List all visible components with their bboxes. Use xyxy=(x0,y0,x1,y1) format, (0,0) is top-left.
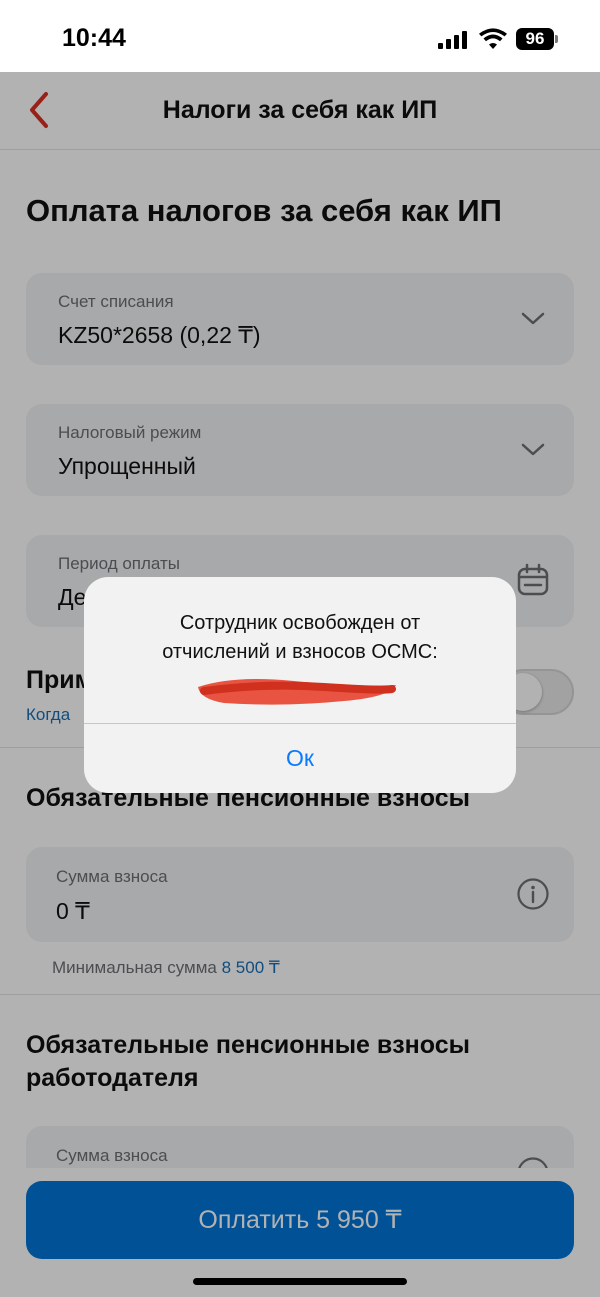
wifi-icon xyxy=(479,28,507,49)
redaction-scribble xyxy=(198,679,396,705)
status-time: 10:44 xyxy=(62,24,126,52)
status-bar: 10:44 96 xyxy=(0,0,600,72)
alert-line-1: Сотрудник освобожден от xyxy=(179,612,421,634)
battery-indicator: 96 xyxy=(516,28,554,50)
cellular-signal-icon xyxy=(438,31,468,49)
alert-dialog: Сотрудник освобожден от отчислений и взн… xyxy=(84,577,516,793)
battery-nub xyxy=(555,35,558,43)
alert-ok-button[interactable]: Ок xyxy=(84,724,516,793)
alert-line-2: отчислений и взносов ОСМС: xyxy=(162,641,438,663)
